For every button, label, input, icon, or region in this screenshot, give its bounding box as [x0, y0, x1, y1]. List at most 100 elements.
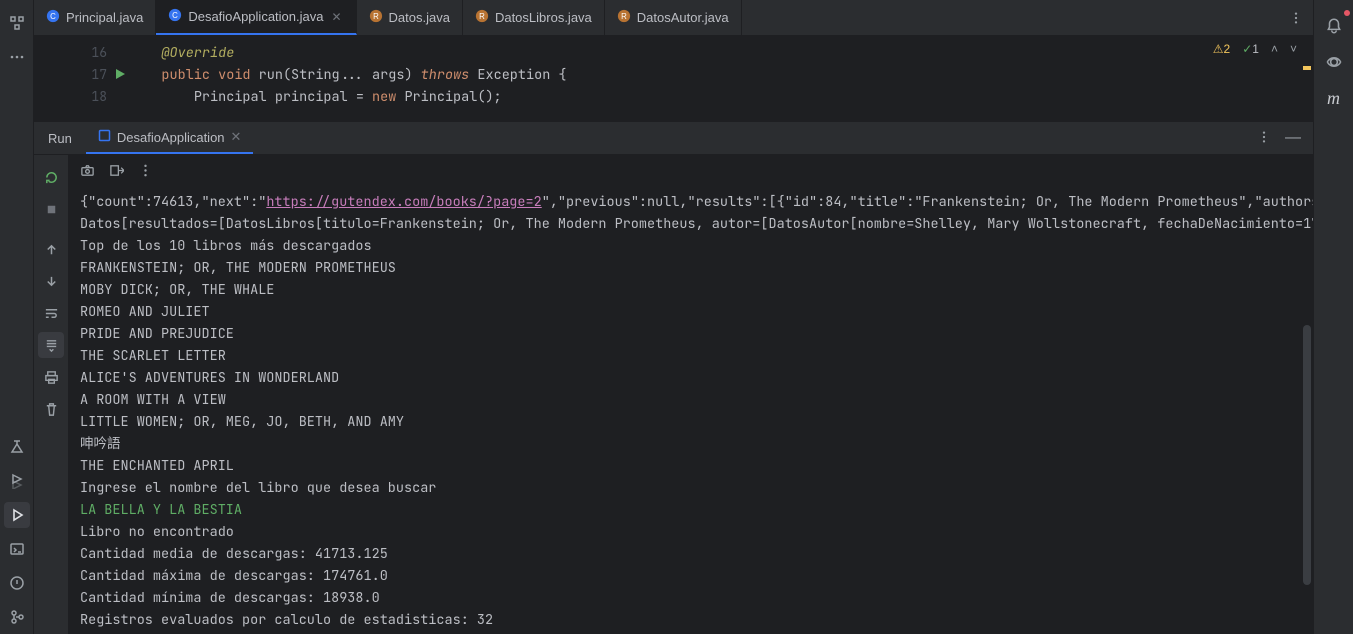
rerun-icon[interactable] — [38, 164, 64, 190]
code-token: (String... args) — [283, 66, 413, 84]
code-token: @Override — [161, 44, 234, 62]
scrollbar[interactable] — [1303, 325, 1311, 585]
problems-icon[interactable] — [4, 570, 30, 596]
console-line: Libro no encontrado — [80, 521, 1313, 543]
left-tool-stripe — [0, 0, 34, 634]
java-class-icon: C — [168, 8, 182, 25]
svg-text:R: R — [479, 12, 485, 21]
console-line: Datos[resultados=[DatosLibros[titulo=Fra… — [80, 213, 1313, 235]
java-class-icon: R — [475, 9, 489, 26]
exit-icon[interactable] — [109, 163, 124, 185]
structure-icon[interactable] — [4, 10, 30, 36]
ai-assistant-icon[interactable] — [1320, 48, 1348, 76]
console-top-toolbar — [80, 161, 1313, 191]
close-icon[interactable]: ✕ — [231, 129, 242, 145]
editor[interactable]: 16 17 18 @Override public void run(Strin… — [34, 36, 1313, 121]
up-stack-icon[interactable] — [38, 236, 64, 262]
console-side-toolbar — [34, 155, 68, 634]
console-link[interactable]: https://gutendex.com/books/?page=2 — [266, 193, 541, 211]
code-token: new — [372, 88, 396, 106]
run-line-marker-icon[interactable] — [114, 65, 126, 87]
main-area: C Principal.java C DesafioApplication.ja… — [34, 0, 1313, 634]
trash-icon[interactable] — [38, 396, 64, 422]
more-dots-icon[interactable] — [4, 44, 30, 70]
terminal-icon[interactable] — [4, 536, 30, 562]
svg-text:R: R — [373, 12, 379, 21]
code-token: public — [161, 66, 210, 84]
code-token: Principal(); — [396, 88, 501, 106]
tab-datoslibros[interactable]: R DatosLibros.java — [463, 0, 605, 35]
console-line: Cantidad máxima de descargas: 174761.0 — [80, 565, 1313, 587]
line-number: 18 — [34, 86, 107, 108]
console-line: Top de los 10 libros más descargados — [80, 235, 1313, 257]
line-number: 17 — [34, 64, 107, 86]
code-area[interactable]: @Override public void run(String... args… — [129, 36, 1313, 121]
inspection-widget[interactable]: ⚠2 ✓1 ˄ ˅ — [1213, 42, 1297, 56]
warning-badge[interactable]: ⚠2 — [1213, 42, 1230, 56]
svg-text:C: C — [50, 12, 56, 21]
console-line: THE ENCHANTED APRIL — [80, 455, 1313, 477]
code-token: Exception { — [477, 66, 566, 84]
svg-text:R: R — [621, 12, 627, 21]
error-stripe-mark[interactable] — [1303, 66, 1311, 70]
tab-label: DatosAutor.java — [637, 10, 729, 25]
code-token: principal = — [267, 88, 372, 106]
ok-badge[interactable]: ✓1 — [1242, 42, 1259, 56]
print-icon[interactable] — [38, 364, 64, 390]
scroll-to-end-icon[interactable] — [38, 332, 64, 358]
code-token: Principal — [194, 88, 267, 106]
console-line: ROMEO AND JULIET — [80, 301, 1313, 323]
console-line: Cantidad media de descargas: 41713.125 — [80, 543, 1313, 565]
line-number: 16 — [34, 42, 107, 64]
editor-tabs: C Principal.java C DesafioApplication.ja… — [34, 0, 1313, 36]
minimize-icon[interactable]: — — [1285, 133, 1301, 143]
tab-datosautor[interactable]: R DatosAutor.java — [605, 0, 742, 35]
tab-label: Principal.java — [66, 10, 143, 25]
right-tool-stripe: m — [1313, 0, 1353, 634]
code-token: run — [259, 66, 283, 84]
java-class-icon: C — [46, 9, 60, 26]
camera-icon[interactable] — [80, 163, 95, 185]
run-config-icon — [98, 129, 111, 145]
tabs-more-icon[interactable] — [1279, 0, 1313, 35]
soft-wrap-icon[interactable] — [38, 300, 64, 326]
console-user-input: LA BELLA Y LA BESTIA — [80, 499, 1313, 521]
chevron-up-icon[interactable]: ˄ — [1271, 42, 1278, 56]
chevron-down-icon[interactable]: ˅ — [1290, 42, 1297, 56]
console-line: 呻吟語 — [80, 433, 1313, 455]
tab-label: Datos.java — [389, 10, 450, 25]
line-numbers: 16 17 18 — [34, 36, 129, 121]
tab-label: DatosLibros.java — [495, 10, 592, 25]
services-icon[interactable] — [4, 468, 30, 494]
java-class-icon: R — [617, 9, 631, 26]
more-vert-icon[interactable] — [138, 163, 153, 185]
console-line: A ROOM WITH A VIEW — [80, 389, 1313, 411]
down-stack-icon[interactable] — [38, 268, 64, 294]
tool-icon-1[interactable] — [4, 434, 30, 460]
console-line: FRANKENSTEIN; OR, THE MODERN PROMETHEUS — [80, 257, 1313, 279]
console-line: Cantidad mínima de descargas: 18938.0 — [80, 587, 1313, 609]
java-class-icon: R — [369, 9, 383, 26]
run-toolwindow-header: Run DesafioApplication ✕ — — [34, 121, 1313, 155]
console-line: ALICE'S ADVENTURES IN WONDERLAND — [80, 367, 1313, 389]
run-config-tab[interactable]: DesafioApplication ✕ — [86, 122, 254, 154]
console-line: THE SCARLET LETTER — [80, 345, 1313, 367]
tab-datos[interactable]: R Datos.java — [357, 0, 463, 35]
stop-icon[interactable] — [38, 196, 64, 222]
maven-icon[interactable]: m — [1320, 84, 1348, 112]
tab-principal[interactable]: C Principal.java — [34, 0, 156, 35]
close-tab-icon[interactable]: ✕ — [329, 10, 343, 24]
svg-text:C: C — [172, 11, 178, 20]
run-label: Run — [34, 122, 86, 154]
tab-desafioapplication[interactable]: C DesafioApplication.java ✕ — [156, 0, 356, 35]
run-toolwindow-icon[interactable] — [4, 502, 30, 528]
console-line: Ingrese el nombre del libro que desea bu… — [80, 477, 1313, 499]
warning-count: 2 — [1224, 42, 1231, 56]
ok-count: 1 — [1252, 42, 1259, 56]
console-wrap: {"count":74613,"next":"https://gutendex.… — [34, 155, 1313, 634]
console-output[interactable]: {"count":74613,"next":"https://gutendex.… — [68, 155, 1313, 634]
console-line: Registros evaluados por calculo de estad… — [80, 609, 1313, 631]
notifications-icon[interactable] — [1320, 12, 1348, 40]
vcs-icon[interactable] — [4, 604, 30, 630]
run-more-icon[interactable] — [1257, 130, 1271, 147]
